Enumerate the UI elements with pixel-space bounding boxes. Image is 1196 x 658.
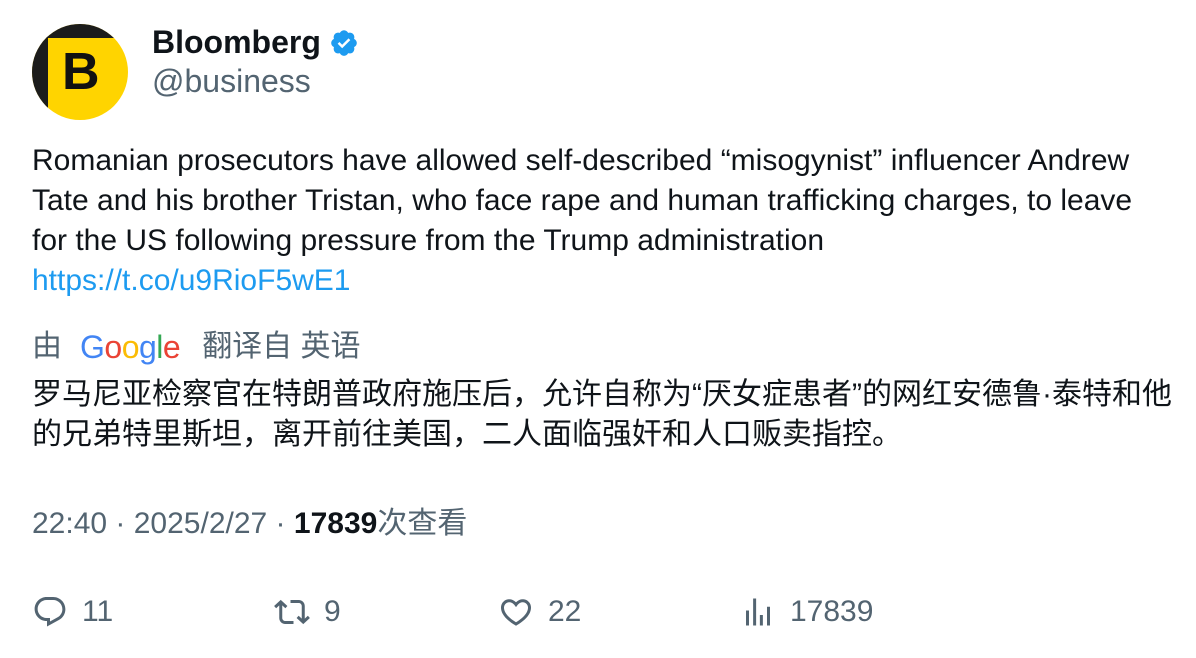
views-label: 次查看 xyxy=(377,507,468,540)
author-handle[interactable]: @business xyxy=(152,62,311,100)
retweet-button[interactable]: 9 xyxy=(274,590,341,634)
translation-attribution: 由 Google 翻译自 英语 xyxy=(32,326,361,368)
avatar-letter: B xyxy=(62,43,100,101)
reply-button[interactable]: 11 xyxy=(32,590,113,634)
tweet-time[interactable]: 22:40 xyxy=(32,503,107,545)
avatar-shade-left xyxy=(32,24,48,120)
like-button[interactable]: 22 xyxy=(498,590,581,634)
tweet-date[interactable]: 2025/2/27 xyxy=(134,503,267,545)
reply-count: 11 xyxy=(82,595,114,628)
retweet-icon xyxy=(274,594,310,630)
tweet-meta: 22:40 · 2025/2/27 · 17839 次查看 xyxy=(32,503,467,545)
translation-prefix: 由 xyxy=(32,330,62,363)
analytics-icon xyxy=(740,594,776,630)
like-count: 22 xyxy=(548,595,582,628)
author-name-row: Bloomberg xyxy=(152,22,359,62)
translated-text: 罗马尼亚检察官在特朗普政府施压后，允许自称为“厌女症患者”的网红安德鲁·泰特和他… xyxy=(32,378,1172,451)
tweet-body: Romanian prosecutors have allowed self-d… xyxy=(32,144,1133,257)
retweet-count: 9 xyxy=(324,595,341,628)
reply-icon xyxy=(32,594,68,630)
display-name[interactable]: Bloomberg xyxy=(152,22,321,62)
tweet-card: B Bloomberg @business Romanian prosecuto… xyxy=(0,0,1196,658)
views-button[interactable]: 17839 xyxy=(740,590,873,634)
avatar[interactable]: B xyxy=(32,24,128,120)
heart-icon xyxy=(498,594,534,630)
google-logo: Google xyxy=(80,329,181,365)
avatar-shade-top xyxy=(32,24,128,38)
views-count: 17839 xyxy=(293,507,378,540)
meta-separator: · xyxy=(267,507,294,540)
tweet-text: Romanian prosecutors have allowed self-d… xyxy=(32,141,1172,301)
verified-badge-icon xyxy=(329,26,359,58)
views-action-count: 17839 xyxy=(790,595,874,628)
translation-label[interactable]: 翻译自 英语 xyxy=(202,326,360,368)
meta-separator: · xyxy=(107,507,134,540)
tweet-link[interactable]: https://t.co/u9RioF5wE1 xyxy=(32,261,351,301)
